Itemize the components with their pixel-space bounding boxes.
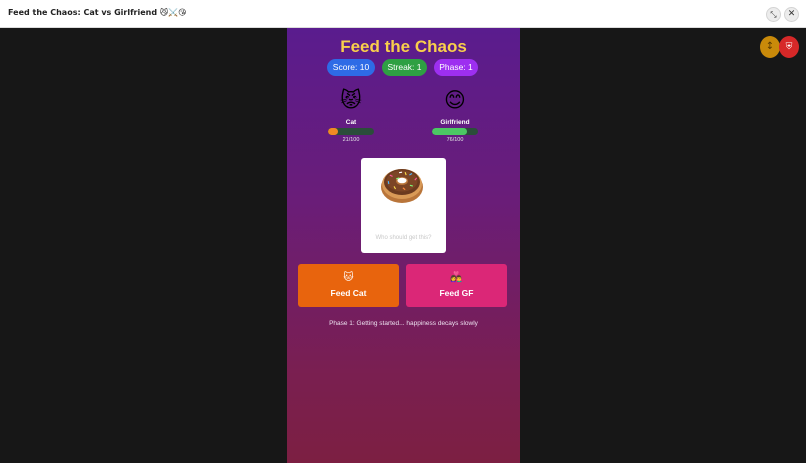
cat-name: Cat: [345, 119, 357, 126]
girlfriend-name: Girlfriend: [440, 119, 470, 126]
girlfriend-character: 😊 Girlfriend 76/100: [430, 86, 480, 143]
game-panel: Feed the Chaos Score: 10 Streak: 1 Phase…: [287, 28, 520, 463]
food-card-hint: Who should get this?: [375, 235, 432, 241]
cat-happiness-bar: [328, 128, 374, 135]
close-button[interactable]: ✕: [784, 7, 799, 22]
couple-icon: 👩‍❤️‍👨: [450, 272, 463, 283]
cat-character: 😾 Cat 21/100: [326, 86, 376, 143]
floating-action-icon[interactable]: ↕: [760, 36, 780, 58]
food-card: Who should get this?: [361, 158, 446, 253]
feed-cat-label: Feed Cat: [330, 288, 367, 298]
girlfriend-happiness-bar: [432, 128, 478, 135]
donut-icon: [381, 169, 423, 203]
floating-shield-icon[interactable]: ⛨: [779, 36, 799, 58]
feed-cat-button[interactable]: 🐱 Feed Cat: [298, 264, 399, 307]
window-title: Feed the Chaos: Cat vs Girlfriend 😼⚔️😘: [8, 8, 187, 17]
feed-gf-label: Feed GF: [439, 288, 474, 298]
title-bar: Feed the Chaos: Cat vs Girlfriend 😼⚔️😘 ⤡…: [0, 0, 806, 28]
phase-message: Phase 1: Getting started... happiness de…: [329, 320, 478, 327]
collapse-button[interactable]: ⤡: [766, 7, 781, 22]
phase-badge: Phase: 1: [434, 59, 478, 76]
cat-icon: 🐱: [343, 272, 354, 283]
girlfriend-face-icon: 😊: [444, 88, 466, 112]
streak-badge: Streak: 1: [382, 59, 427, 76]
girlfriend-happiness-fill: [432, 128, 467, 135]
game-title: Feed the Chaos: [340, 37, 467, 56]
girlfriend-happiness-value: 76/100: [446, 137, 464, 143]
cat-face-icon: 😾: [340, 88, 362, 112]
feed-gf-button[interactable]: 👩‍❤️‍👨 Feed GF: [406, 264, 507, 307]
cat-happiness-fill: [328, 128, 338, 135]
cat-happiness-value: 21/100: [342, 137, 360, 143]
score-badge: Score: 10: [327, 59, 375, 76]
